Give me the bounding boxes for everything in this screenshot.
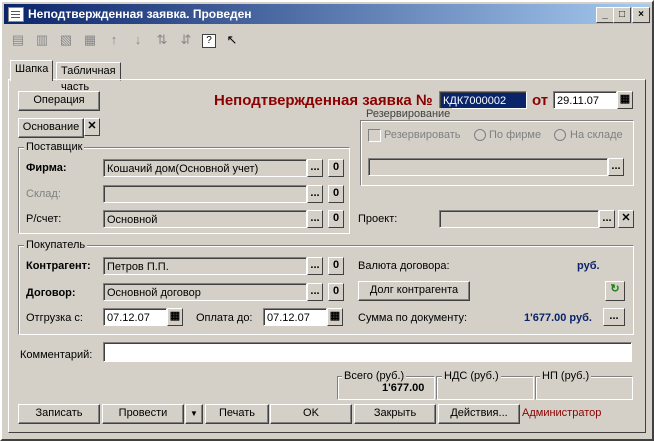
basis-clear-button[interactable]: ✕ bbox=[84, 118, 100, 136]
in-warehouse-label: На складе bbox=[570, 129, 623, 141]
tab-header[interactable]: Шапка bbox=[10, 60, 54, 81]
operation-button[interactable]: Операция bbox=[18, 91, 100, 111]
calendar-icon: ▦ bbox=[169, 310, 181, 322]
by-firm-label: По фирме bbox=[489, 129, 542, 141]
sum-details-button[interactable]: ... bbox=[603, 308, 625, 326]
title-bar[interactable]: Неподтвержденная заявка. Проведен _ □ × bbox=[4, 4, 650, 24]
counterparty-field[interactable]: Петров П.П. bbox=[103, 257, 307, 275]
account-open-button[interactable]: 0 bbox=[328, 210, 344, 228]
project-select-button[interactable]: ... bbox=[599, 210, 615, 228]
window-title: Неподтвержденная заявка. Проведен bbox=[28, 7, 252, 21]
save-button[interactable]: Записать bbox=[18, 404, 100, 424]
contract-label: Договор: bbox=[26, 287, 76, 299]
firm-label: Фирма: bbox=[26, 162, 67, 174]
copy-icon[interactable]: ▥ bbox=[34, 32, 50, 48]
project-label: Проект: bbox=[358, 213, 398, 225]
account-select-button[interactable]: ... bbox=[307, 210, 323, 228]
actions-button[interactable]: Действия... bbox=[438, 404, 520, 424]
reservation-field[interactable] bbox=[368, 158, 608, 176]
shipment-label: Отгрузка с: bbox=[26, 312, 83, 324]
close-window-button[interactable]: × bbox=[632, 7, 650, 23]
contract-select-button[interactable]: ... bbox=[307, 283, 323, 301]
maximize-button[interactable]: □ bbox=[613, 7, 631, 23]
doc-date-field[interactable]: 29.11.07 bbox=[553, 91, 617, 109]
close-icon: ✕ bbox=[621, 212, 631, 224]
tab-label: Шапка bbox=[15, 63, 49, 75]
arrow-down-icon[interactable]: ↓ bbox=[130, 32, 146, 48]
total-label: Всего (руб.) bbox=[342, 370, 407, 382]
document-icon bbox=[8, 7, 24, 22]
total-value: 1'677.00 bbox=[382, 382, 425, 394]
account-label: Р/счет: bbox=[26, 213, 62, 225]
counterparty-open-button[interactable]: 0 bbox=[328, 257, 344, 275]
payment-date-field[interactable]: 07.12.07 bbox=[263, 308, 327, 326]
payment-label: Оплата до: bbox=[196, 312, 253, 324]
close-icon: ✕ bbox=[87, 120, 97, 132]
sort-asc-icon[interactable]: ⇅ bbox=[154, 32, 170, 48]
sum-value: 1'677.00 руб. bbox=[524, 312, 592, 324]
arrow-up-icon[interactable]: ↑ bbox=[106, 32, 122, 48]
counterparty-label: Контрагент: bbox=[26, 260, 91, 272]
reserve-label: Резервировать bbox=[384, 129, 461, 141]
new-icon[interactable]: ▤ bbox=[10, 32, 26, 48]
contract-field[interactable]: Основной договор bbox=[103, 283, 307, 301]
from-label: от bbox=[532, 92, 549, 109]
calendar-button[interactable]: ▦ bbox=[617, 91, 633, 109]
calendar-icon: ▦ bbox=[619, 93, 631, 105]
doc-number-field[interactable]: КДК7000002 bbox=[439, 91, 527, 109]
project-clear-button[interactable]: ✕ bbox=[618, 210, 634, 228]
firm-field[interactable]: Кошачий дом(Основной учет) bbox=[103, 159, 307, 177]
help-icon[interactable]: ? bbox=[202, 34, 216, 48]
ok-button[interactable]: OK bbox=[270, 404, 352, 424]
counterparty-select-button[interactable]: ... bbox=[307, 257, 323, 275]
warehouse-select-button[interactable]: ... bbox=[307, 185, 323, 203]
sum-label: Сумма по документу: bbox=[358, 312, 468, 324]
comment-field[interactable] bbox=[103, 342, 632, 362]
by-firm-radio[interactable] bbox=[474, 129, 486, 141]
refresh-button[interactable]: ↻ bbox=[605, 281, 625, 301]
edit-icon[interactable]: ▦ bbox=[82, 32, 98, 48]
delete-icon[interactable]: ▧ bbox=[58, 32, 74, 48]
toolbar: ▤ ▥ ▧ ▦ ↑ ↓ ⇅ ⇵ ? ↖ bbox=[10, 32, 310, 52]
shipment-calendar-button[interactable]: ▦ bbox=[167, 308, 183, 326]
np-label: НП (руб.) bbox=[540, 370, 592, 382]
counterparty-debt-button[interactable]: Долг контрагента bbox=[358, 281, 470, 301]
sort-desc-icon[interactable]: ⇵ bbox=[178, 32, 194, 48]
post-button[interactable]: Провести bbox=[102, 404, 184, 424]
reservation-select-button[interactable]: ... bbox=[608, 158, 624, 176]
project-field[interactable] bbox=[439, 210, 599, 228]
in-warehouse-radio[interactable] bbox=[554, 129, 566, 141]
currency-label: Валюта договора: bbox=[358, 260, 450, 272]
supplier-group-label: Поставщик bbox=[24, 141, 85, 153]
reservation-group-label: Резервирование bbox=[364, 108, 453, 120]
basis-button[interactable]: Основание bbox=[18, 118, 84, 138]
doc-title: Неподтвержденная заявка № bbox=[214, 92, 433, 109]
warehouse-label: Склад: bbox=[26, 188, 61, 200]
post-dropdown-button[interactable]: ▼ bbox=[185, 404, 203, 424]
reserve-checkbox[interactable] bbox=[368, 129, 381, 142]
contract-open-button[interactable]: 0 bbox=[328, 283, 344, 301]
user-name: Администратор bbox=[522, 407, 602, 419]
minimize-button[interactable]: _ bbox=[596, 7, 614, 23]
warehouse-field[interactable] bbox=[103, 185, 307, 203]
document-window: Неподтвержденная заявка. Проведен _ □ × … bbox=[0, 0, 654, 441]
context-help-icon[interactable]: ↖ bbox=[224, 32, 240, 48]
close-button[interactable]: Закрыть bbox=[354, 404, 436, 424]
shipment-date-field[interactable]: 07.12.07 bbox=[103, 308, 167, 326]
payment-calendar-button[interactable]: ▦ bbox=[327, 308, 343, 326]
warehouse-open-button[interactable]: 0 bbox=[328, 185, 344, 203]
print-button[interactable]: Печать bbox=[205, 404, 269, 424]
firm-open-button[interactable]: 0 bbox=[328, 159, 344, 177]
chevron-down-icon: ▼ bbox=[190, 409, 198, 418]
comment-label: Комментарий: bbox=[20, 349, 93, 361]
firm-select-button[interactable]: ... bbox=[307, 159, 323, 177]
calendar-icon: ▦ bbox=[329, 310, 341, 322]
refresh-icon: ↻ bbox=[610, 283, 620, 295]
vat-label: НДС (руб.) bbox=[442, 370, 501, 382]
currency-value: руб. bbox=[577, 260, 600, 272]
buyer-group-label: Покупатель bbox=[24, 239, 88, 251]
account-field[interactable]: Основной bbox=[103, 210, 307, 228]
